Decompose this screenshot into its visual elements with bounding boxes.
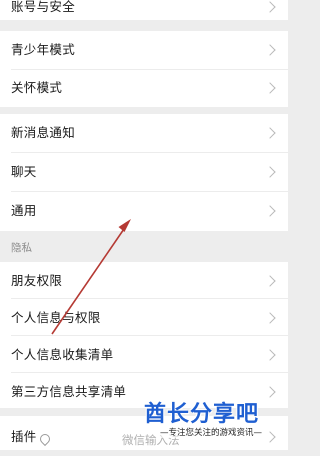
- row-personal-info-permissions[interactable]: 个人信息与权限: [0, 299, 288, 337]
- row-account-security-label: 账号与安全: [11, 0, 76, 14]
- settings-group-privacy: 朋友权限 个人信息与权限 个人信息收集清单 第三方信息共享清单: [0, 262, 288, 408]
- settings-group-modes: 青少年模式 关怀模式: [0, 31, 288, 107]
- chevron-right-icon: [264, 205, 276, 217]
- row-new-message-notification-label: 新消息通知: [11, 125, 76, 140]
- row-chat-label: 聊天: [11, 164, 37, 179]
- row-plugins-label: 插件: [11, 429, 37, 444]
- chevron-right-icon: [264, 1, 276, 13]
- row-care-mode[interactable]: 关怀模式: [0, 69, 288, 107]
- chevron-right-icon: [264, 44, 276, 56]
- row-new-message-notification[interactable]: 新消息通知: [0, 114, 288, 152]
- settings-group-messages: 新消息通知 聊天 通用: [0, 114, 288, 231]
- row-account-security[interactable]: 账号与安全: [0, 0, 288, 26]
- chevron-right-icon: [264, 349, 276, 361]
- row-friend-permissions-label: 朋友权限: [11, 273, 63, 288]
- row-personal-info-collection-list[interactable]: 个人信息收集清单: [0, 336, 288, 374]
- settings-group-account: 账号与安全: [0, 0, 288, 20]
- row-personal-info-permissions-label: 个人信息与权限: [11, 310, 101, 325]
- row-teen-mode[interactable]: 青少年模式: [0, 31, 288, 69]
- chevron-right-icon: [264, 166, 276, 178]
- chevron-right-icon: [264, 431, 276, 443]
- row-general-label: 通用: [11, 203, 37, 218]
- row-care-mode-label: 关怀模式: [11, 80, 63, 95]
- row-friend-permissions[interactable]: 朋友权限: [0, 262, 288, 300]
- watermark-subtitle: —专注您关注的游戏资讯—: [160, 426, 263, 438]
- chevron-right-icon: [264, 127, 276, 139]
- watermark-title: 酋长分享吧: [144, 402, 260, 427]
- chevron-right-icon: [264, 386, 276, 398]
- row-third-party-sharing-list-label: 第三方信息共享清单: [11, 384, 127, 399]
- row-personal-info-collection-list-label: 个人信息收集清单: [11, 347, 114, 362]
- chevron-right-icon: [264, 312, 276, 324]
- row-general[interactable]: 通用: [0, 192, 288, 230]
- chevron-right-icon: [264, 82, 276, 94]
- row-teen-mode-label: 青少年模式: [11, 42, 76, 57]
- row-chat[interactable]: 聊天: [0, 153, 288, 191]
- chevron-right-icon: [264, 275, 276, 287]
- section-header-privacy: 隐私: [11, 242, 32, 254]
